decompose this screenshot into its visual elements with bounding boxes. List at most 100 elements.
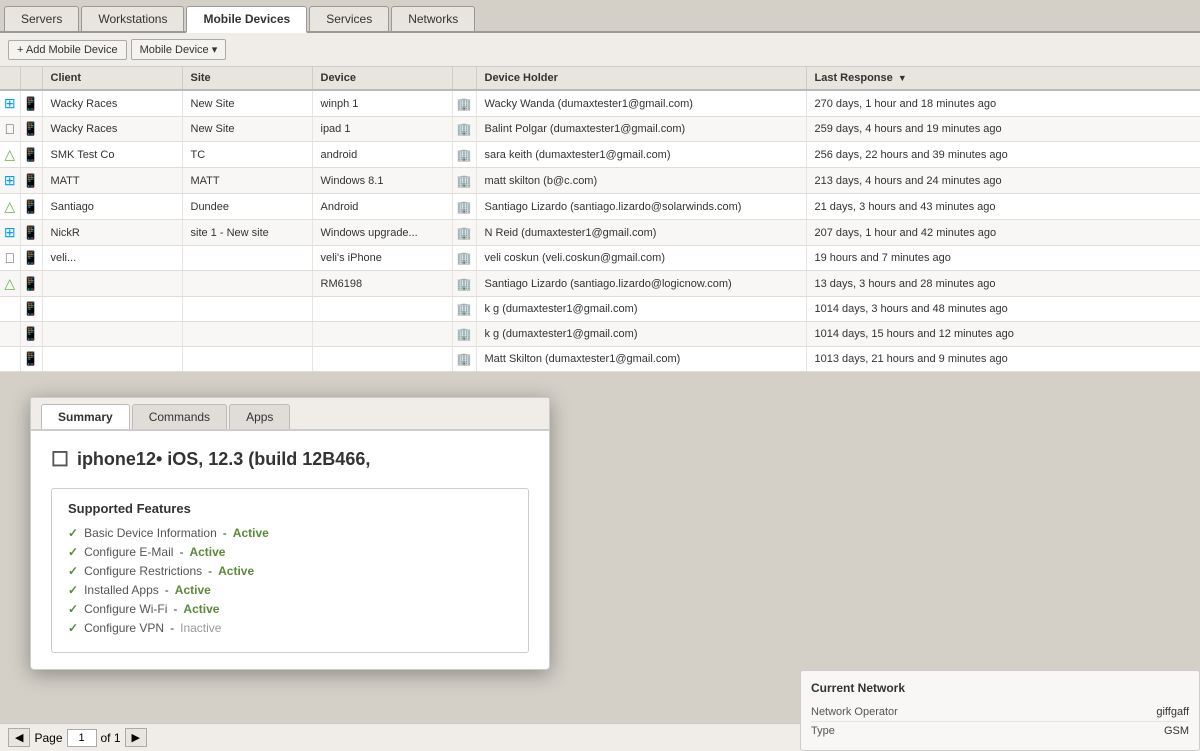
building-icon-cell: 🏢 — [452, 271, 476, 297]
tab-apps[interactable]: Apps — [229, 404, 290, 429]
feature-label: Basic Device Information — [84, 526, 217, 540]
holder-cell: Wacky Wanda (dumaxtester1@gmail.com) — [476, 90, 806, 117]
prev-page-button[interactable]: ◀ — [8, 728, 30, 747]
device-type-cell: 📱 — [20, 246, 42, 271]
table-row[interactable]: ⊞ 📱 MATT MATT Windows 8.1 🏢 matt skilton… — [0, 168, 1200, 194]
feature-item: ✓ Configure Wi-Fi - Active — [68, 602, 512, 616]
site-cell: TC — [182, 142, 312, 168]
os-icon-cell: △ — [0, 142, 20, 168]
network-label: Type — [811, 725, 835, 737]
holder-cell: k g (dumaxtester1@gmail.com) — [476, 297, 806, 322]
holder-cell: sara keith (dumaxtester1@gmail.com) — [476, 142, 806, 168]
client-cell: Wacky Races — [42, 117, 182, 142]
feature-status: Active — [218, 564, 254, 578]
features-list: ✓ Basic Device Information - Active ✓ Co… — [68, 526, 512, 635]
holder-cell: N Reid (dumaxtester1@gmail.com) — [476, 220, 806, 246]
site-cell — [182, 322, 312, 347]
col-device-header[interactable]: Device — [312, 67, 452, 90]
feature-check-icon: ✓ — [68, 526, 78, 540]
table-row[interactable]: 📱 🏢 Matt Skilton (dumaxtester1@gmail.com… — [0, 347, 1200, 372]
table-row[interactable]: ⊞ 📱 NickR site 1 - New site Windows upgr… — [0, 220, 1200, 246]
os-icon-cell: ⊞ — [0, 220, 20, 246]
building-icon-cell: 🏢 — [452, 194, 476, 220]
response-cell: 1014 days, 15 hours and 12 minutes ago — [806, 322, 1200, 347]
table-row[interactable]: 📱 🏢 k g (dumaxtester1@gmail.com) 1014 da… — [0, 322, 1200, 347]
feature-item: ✓ Basic Device Information - Active — [68, 526, 512, 540]
site-cell: MATT — [182, 168, 312, 194]
feature-label: Configure Restrictions — [84, 564, 202, 578]
toolbar: + Add Mobile Device Mobile Device ▾ — [0, 33, 1200, 67]
network-panel: Current Network Network Operator giffgaf… — [800, 670, 1200, 751]
col-response-header[interactable]: Last Response ▼ — [806, 67, 1200, 90]
supported-features-box: Supported Features ✓ Basic Device Inform… — [51, 488, 529, 653]
device-cell — [312, 297, 452, 322]
table-row[interactable]:  📱 Wacky Races New Site ipad 1 🏢 Balint… — [0, 117, 1200, 142]
tab-servers[interactable]: Servers — [4, 6, 79, 31]
network-label: Network Operator — [811, 706, 898, 718]
tab-summary[interactable]: Summary — [41, 404, 130, 429]
device-cell — [312, 322, 452, 347]
response-cell: 213 days, 4 hours and 24 minutes ago — [806, 168, 1200, 194]
col-os-header[interactable] — [0, 67, 20, 90]
col-client-header[interactable]: Client — [42, 67, 182, 90]
page-input[interactable] — [67, 729, 97, 747]
device-type-cell: 📱 — [20, 194, 42, 220]
device-table-container: Client Site Device Device Holder Last Re… — [0, 67, 1200, 372]
device-cell: android — [312, 142, 452, 168]
site-cell — [182, 347, 312, 372]
os-icon-cell: △ — [0, 194, 20, 220]
device-phone-icon: ☐ — [51, 447, 69, 472]
device-type-cell: 📱 — [20, 168, 42, 194]
building-icon-cell: 🏢 — [452, 297, 476, 322]
building-icon-cell: 🏢 — [452, 347, 476, 372]
table-row[interactable]: ⊞ 📱 Wacky Races New Site winph 1 🏢 Wacky… — [0, 90, 1200, 117]
tab-mobile-devices[interactable]: Mobile Devices — [186, 6, 307, 33]
device-type-cell: 📱 — [20, 117, 42, 142]
feature-status: Active — [189, 545, 225, 559]
device-cell: RM6198 — [312, 271, 452, 297]
tab-commands[interactable]: Commands — [132, 404, 227, 429]
network-value: GSM — [1164, 725, 1189, 737]
response-cell: 1014 days, 3 hours and 48 minutes ago — [806, 297, 1200, 322]
holder-cell: Matt Skilton (dumaxtester1@gmail.com) — [476, 347, 806, 372]
feature-item: ✓ Installed Apps - Active — [68, 583, 512, 597]
col-device-icon-header[interactable] — [20, 67, 42, 90]
os-icon-cell:  — [0, 117, 20, 142]
detail-tab-bar: Summary Commands Apps — [31, 398, 549, 431]
mobile-device-dropdown[interactable]: Mobile Device ▾ — [131, 39, 227, 60]
feature-item: ✓ Configure Restrictions - Active — [68, 564, 512, 578]
os-icon-cell: △ — [0, 271, 20, 297]
feature-dash: - — [170, 621, 174, 635]
os-icon-cell — [0, 297, 20, 322]
col-holder-header[interactable]: Device Holder — [476, 67, 806, 90]
feature-dash: - — [223, 526, 227, 540]
feature-status: Inactive — [180, 621, 221, 635]
network-title: Current Network — [811, 681, 1189, 695]
network-rows: Network Operator giffgaff Type GSM — [811, 703, 1189, 740]
tab-workstations[interactable]: Workstations — [81, 6, 184, 31]
feature-check-icon: ✓ — [68, 621, 78, 635]
table-row[interactable]: △ 📱 SMK Test Co TC android 🏢 sara keith … — [0, 142, 1200, 168]
tab-services[interactable]: Services — [309, 6, 389, 31]
add-mobile-device-button[interactable]: + Add Mobile Device — [8, 40, 127, 60]
next-page-button[interactable]: ▶ — [125, 728, 147, 747]
table-row[interactable]: △ 📱 RM6198 🏢 Santiago Lizardo (santiago.… — [0, 271, 1200, 297]
tab-networks[interactable]: Networks — [391, 6, 475, 31]
site-cell: Dundee — [182, 194, 312, 220]
table-row[interactable]: 📱 🏢 k g (dumaxtester1@gmail.com) 1014 da… — [0, 297, 1200, 322]
client-cell: SMK Test Co — [42, 142, 182, 168]
col-building-header[interactable] — [452, 67, 476, 90]
site-cell: New Site — [182, 90, 312, 117]
table-row[interactable]:  📱 veli... veli's iPhone 🏢 veli coskun … — [0, 246, 1200, 271]
building-icon-cell: 🏢 — [452, 322, 476, 347]
feature-status: Active — [183, 602, 219, 616]
device-cell: ipad 1 — [312, 117, 452, 142]
client-cell: NickR — [42, 220, 182, 246]
response-cell: 259 days, 4 hours and 19 minutes ago — [806, 117, 1200, 142]
device-type-cell: 📱 — [20, 297, 42, 322]
client-cell — [42, 322, 182, 347]
table-row[interactable]: △ 📱 Santiago Dundee Android 🏢 Santiago L… — [0, 194, 1200, 220]
col-site-header[interactable]: Site — [182, 67, 312, 90]
os-icon-cell: ⊞ — [0, 168, 20, 194]
feature-label: Configure VPN — [84, 621, 164, 635]
